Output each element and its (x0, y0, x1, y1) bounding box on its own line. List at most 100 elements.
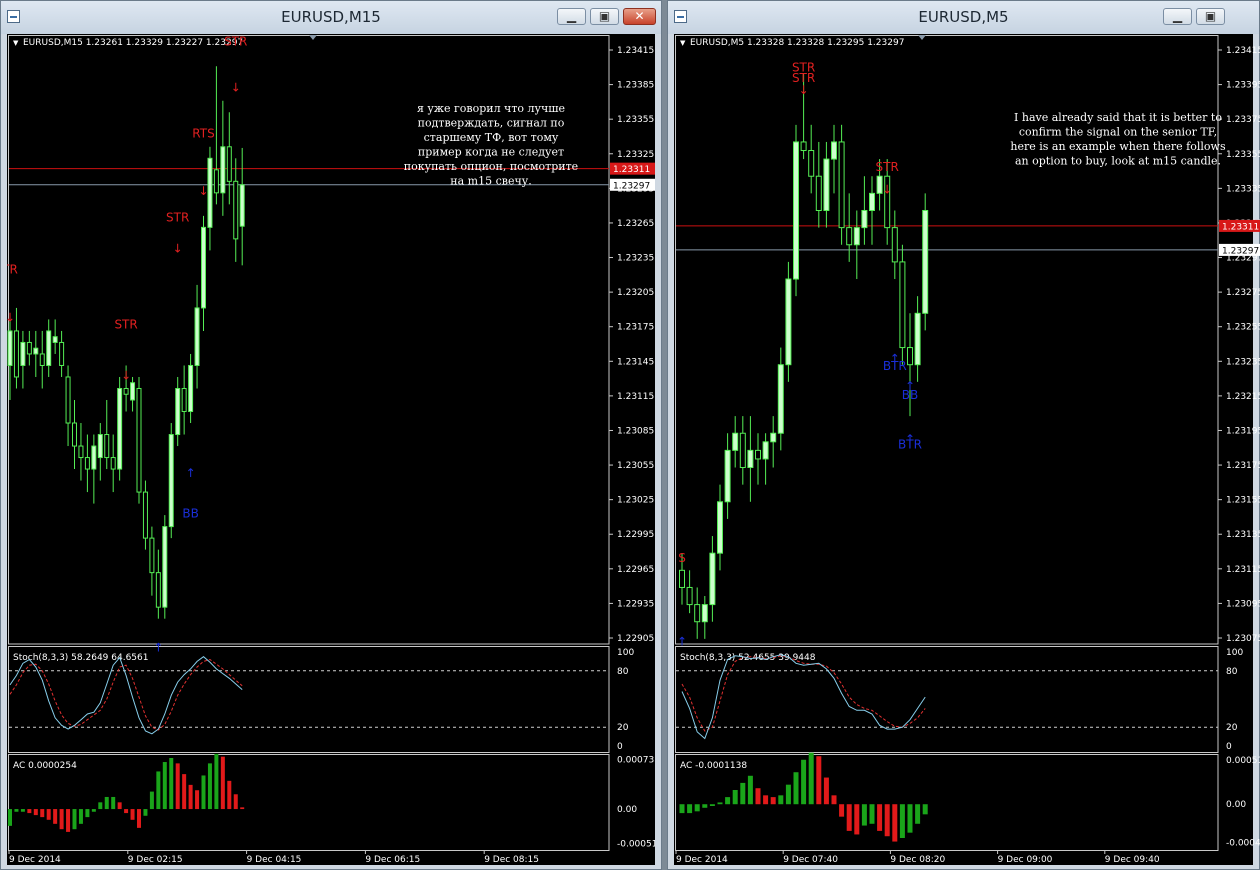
candle-body (175, 387, 181, 436)
time-axis-label: 9 Dec 06:15 (365, 855, 420, 865)
candle-body (97, 434, 103, 459)
ac-histogram-bar (831, 795, 837, 805)
ac-histogram-bar (763, 795, 769, 805)
ac-histogram-bar (66, 809, 71, 832)
candle-body (777, 364, 784, 434)
price-axis-label: 1.23115 (617, 392, 654, 402)
candle-body (239, 184, 245, 227)
price-axis-label: 1.23215 (1226, 392, 1260, 402)
candle-body (701, 604, 708, 623)
annotation-note-line: подтверждать, сигнал по (418, 117, 565, 130)
stochastic-signal-line (681, 655, 926, 732)
maximize-button[interactable]: ▣ (590, 8, 619, 25)
maximize-icon: ▣ (598, 9, 611, 23)
candle-body (823, 158, 830, 211)
time-axis-label: 9 Dec 09:40 (1105, 855, 1160, 865)
ac-histogram-bar (117, 802, 122, 810)
stochastic-axis-label: 0 (617, 742, 623, 752)
ac-histogram-bar (214, 753, 219, 810)
ask-price-label: 1.23311 (613, 165, 650, 175)
ac-histogram-bar (27, 809, 32, 814)
price-axis-label: 1.23235 (617, 254, 654, 264)
candle-body (194, 307, 200, 366)
price-axis-label: 1.23355 (1226, 150, 1260, 160)
chart-header-ohlc: EURUSD,M5 1.23328 1.23328 1.23295 1.2329… (690, 38, 904, 48)
stochastic-axis-label: 20 (1226, 723, 1238, 733)
ac-histogram-bar (816, 756, 822, 805)
price-axis-label: 1.22905 (617, 634, 654, 644)
price-axis-label: 1.22965 (617, 565, 654, 575)
candle-body (831, 141, 837, 160)
stochastic-axis-label: 100 (617, 648, 634, 658)
price-axis-label: 1.23175 (1226, 461, 1260, 471)
ac-histogram-bar (220, 756, 225, 810)
sell-arrow-icon: ↓ (198, 184, 208, 198)
bid-price-label: 1.23297 (1222, 246, 1259, 256)
candle-body (724, 449, 731, 503)
candle-body (853, 227, 860, 246)
ac-histogram-bar (85, 809, 90, 818)
time-axis-label: 9 Dec 08:20 (890, 855, 945, 865)
candle-body (123, 387, 129, 395)
candle-body (7, 330, 13, 366)
sell-arrow-icon: ↓ (882, 182, 892, 196)
close-button[interactable]: ✕ (623, 8, 656, 25)
stochastic-axis-label: 80 (617, 667, 629, 677)
sell-arrow-icon: ↓ (231, 81, 241, 95)
price-axis-label: 1.23115 (1226, 565, 1260, 575)
candle-body (162, 526, 168, 608)
ac-histogram-bar (915, 804, 921, 824)
candle-body (762, 441, 769, 460)
ac-histogram-bar (892, 804, 898, 842)
ac-histogram-bar (679, 804, 685, 814)
candle-body (922, 209, 929, 314)
ac-label: AC -0.0001138 (680, 761, 747, 771)
candle-body (117, 387, 123, 470)
candle-body (793, 141, 799, 280)
signal-label: S (678, 551, 686, 565)
maximize-icon: ▣ (1204, 9, 1217, 23)
ac-histogram-bar (740, 782, 746, 805)
annotation-note-line: here is an example when there follows (1010, 140, 1226, 153)
candle-body (213, 169, 219, 194)
candle-body (732, 432, 739, 451)
chart-canvas[interactable]: ▼ EURUSD,M5 1.23328 1.23328 1.23295 1.232… (674, 34, 1260, 866)
price-axis-label: 1.23085 (617, 426, 654, 436)
annotation-note-line: an option to buy, look at m15 candle. (1015, 155, 1221, 168)
chart-client-area[interactable]: ▼ EURUSD,M15 1.23261 1.23329 1.23227 1.23… (7, 34, 655, 865)
candle-body (168, 434, 174, 528)
ask-price-label: 1.23311 (1222, 222, 1259, 232)
price-axis-label: 1.23395 (1226, 81, 1260, 91)
ac-histogram-bar (702, 804, 708, 808)
ac-histogram-bar (694, 804, 700, 812)
time-axis-label: 9 Dec 2014 (9, 855, 61, 865)
ac-histogram-bar (188, 784, 193, 810)
chart-canvas[interactable]: ▼ EURUSD,M15 1.23261 1.23329 1.23227 1.23… (7, 34, 655, 866)
minimize-button[interactable]: ▁ (1163, 8, 1192, 25)
ac-histogram-bar (149, 791, 154, 810)
ac-histogram-bar (78, 809, 83, 824)
close-icon: ✕ (634, 9, 645, 23)
price-axis-label: 1.23415 (1226, 46, 1260, 56)
price-axis-label: 1.23355 (617, 115, 654, 125)
annotation-note-line: пример когда не следует (418, 146, 564, 159)
maximize-button[interactable]: ▣ (1196, 8, 1225, 25)
candle-body (78, 445, 84, 459)
ac-histogram-bar (770, 797, 776, 805)
minimize-button[interactable]: ▁ (557, 8, 586, 25)
candle-body (72, 422, 77, 447)
signal-label: STR (114, 318, 137, 332)
ac-histogram-bar (162, 762, 167, 810)
stochastic-axis-label: 20 (617, 723, 629, 733)
chart-client-area[interactable]: ▼ EURUSD,M5 1.23328 1.23328 1.23295 1.232… (674, 34, 1260, 865)
ac-axis-label: 0.00 (1226, 800, 1246, 810)
ac-axis-label: 0.000737 (617, 755, 655, 765)
ac-histogram-bar (808, 752, 814, 805)
annotation-note-line: я уже говорил что лучше (417, 102, 565, 115)
annotation-note-line: покупать опцион, посмотрите (404, 160, 578, 173)
title-bar[interactable]: EURUSD,M15 ▁ ▣ ✕ (1, 1, 661, 34)
signal-label: STR (876, 160, 899, 174)
title-bar[interactable]: EURUSD,M5 ▁ ▣ (668, 1, 1259, 34)
ac-axis-label: 0.000514 (1226, 756, 1260, 766)
ac-histogram-bar (143, 809, 148, 816)
